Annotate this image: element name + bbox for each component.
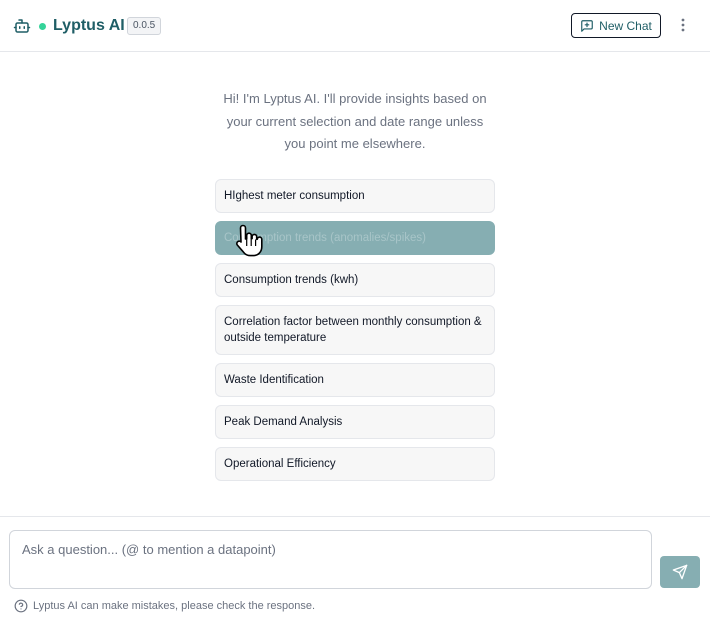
suggestion-consumption-trends-anomalies[interactable]: Consumption trends (anomalies/spikes): [215, 221, 495, 255]
send-button[interactable]: [660, 556, 700, 588]
send-icon: [672, 564, 688, 580]
app-title: Lyptus AI: [53, 17, 125, 34]
disclaimer-text: Lyptus AI can make mistakes, please chec…: [33, 600, 316, 612]
chat-header: Lyptus AI 0.0.5 New Chat: [0, 0, 710, 52]
intro-message: Hi! I'm Lyptus AI. I'll provide insights…: [223, 91, 487, 151]
suggestion-operational-efficiency[interactable]: Operational Efficiency: [215, 447, 495, 481]
disclaimer: Lyptus AI can make mistakes, please chec…: [14, 599, 315, 613]
new-chat-button[interactable]: New Chat: [571, 13, 661, 38]
new-chat-label: New Chat: [599, 18, 652, 33]
suggestion-correlation-factor[interactable]: Correlation factor between monthly consu…: [215, 305, 495, 355]
version-badge: 0.0.5: [127, 17, 162, 35]
help-circle-icon: [14, 599, 28, 613]
more-vertical-icon: [681, 18, 685, 32]
online-status-dot: [39, 23, 46, 30]
chat-plus-icon: [581, 19, 593, 32]
chat-input[interactable]: [9, 530, 652, 589]
suggestion-highest-meter-consumption[interactable]: HIghest meter consumption: [215, 179, 495, 213]
suggestion-consumption-trends-kwh[interactable]: Consumption trends (kwh): [215, 263, 495, 297]
more-options-button[interactable]: [675, 15, 691, 35]
robot-icon: [13, 19, 31, 33]
suggestion-waste-identification[interactable]: Waste Identification: [215, 363, 495, 397]
suggestion-peak-demand-analysis[interactable]: Peak Demand Analysis: [215, 405, 495, 439]
chat-footer: Lyptus AI can make mistakes, please chec…: [0, 516, 710, 626]
